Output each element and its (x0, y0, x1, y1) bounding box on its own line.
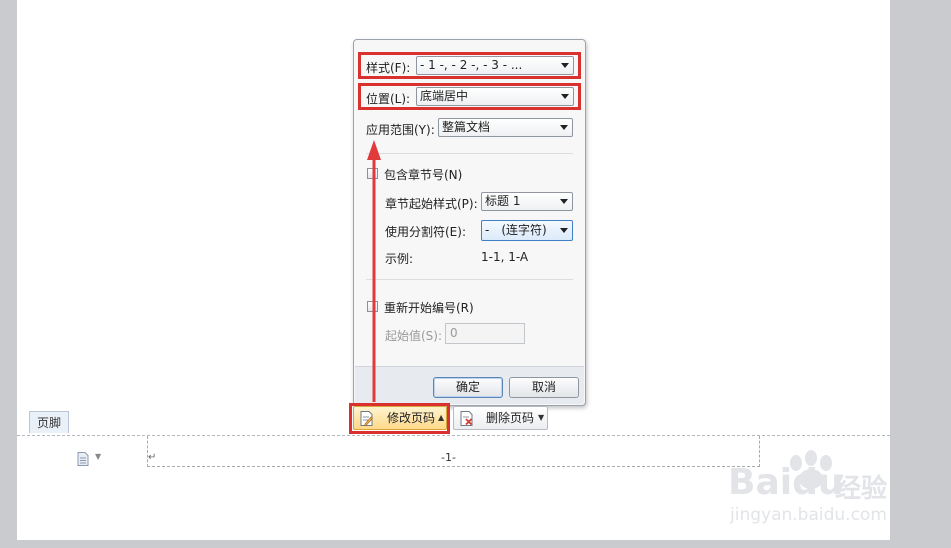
include-chapter-checkbox[interactable] (367, 168, 378, 179)
dropdown-arrow-icon (560, 125, 568, 130)
separator-char-label: 使用分割符(E): (385, 225, 466, 239)
cancel-button[interactable]: 取消 (509, 377, 579, 398)
caret-down-icon: ▼ (538, 413, 545, 422)
dropdown-arrow-icon (560, 199, 568, 204)
start-value-input[interactable]: 0 (445, 323, 525, 344)
separator-char-select-value: - (连字符) (485, 223, 547, 237)
caret-up-icon: ▲ (438, 413, 445, 422)
footer-tag: 页脚 (29, 411, 69, 433)
restart-numbering-checkbox[interactable] (367, 301, 378, 312)
dropdown-arrow-icon (560, 228, 568, 233)
example-label: 示例: (385, 252, 414, 266)
position-select-value: 底端居中 (420, 89, 469, 103)
scope-select-value: 整篇文档 (442, 120, 491, 134)
watermark-url: jingyan.baidu.com (730, 505, 887, 525)
style-select-value: - 1 -, - 2 -, - 3 - ... (420, 58, 523, 72)
start-value-label: 起始值(S): (385, 329, 443, 343)
modify-page-number-label: 修改页码 (387, 411, 436, 425)
separator-line (366, 153, 573, 154)
separator-char-select[interactable]: - (连字符) (481, 220, 573, 241)
chapter-style-select[interactable]: 标题 1 (481, 192, 573, 211)
chapter-style-label: 章节起始样式(P): (385, 197, 478, 211)
scope-label: 应用范围(Y): (366, 123, 435, 137)
document-icon[interactable] (77, 452, 89, 466)
watermark-brand-cn: 经验 (835, 474, 888, 504)
edit-page-icon (360, 411, 373, 426)
position-select[interactable]: 底端居中 (416, 87, 574, 106)
restart-numbering-label[interactable]: 重新开始编号(R) (384, 299, 474, 316)
position-label: 位置(L): (366, 92, 411, 106)
paragraph-mark: ↵ (148, 452, 157, 463)
ok-button[interactable]: 确定 (433, 377, 503, 398)
watermark-brand: Baidu (728, 462, 844, 503)
dropdown-arrow-icon (561, 63, 569, 68)
delete-page-number-button[interactable]: 删除页码 ▼ (453, 406, 548, 430)
modify-page-number-button[interactable]: 修改页码 ▲ (353, 406, 447, 430)
example-value: 1-1, 1-A (481, 250, 529, 264)
chevron-down-icon[interactable]: ▼ (95, 452, 101, 461)
delete-page-icon (460, 411, 473, 426)
page-number-text[interactable]: -1- (441, 451, 456, 464)
separator-line (366, 279, 573, 280)
include-chapter-label[interactable]: 包含章节号(N) (384, 166, 462, 183)
style-select[interactable]: - 1 -, - 2 -, - 3 - ... (416, 56, 574, 75)
scope-select[interactable]: 整篇文档 (438, 118, 573, 137)
dropdown-arrow-icon (561, 94, 569, 99)
delete-page-number-label: 删除页码 (486, 411, 535, 425)
chapter-style-select-value: 标题 1 (485, 194, 521, 208)
page-number-dialog: 样式(F): - 1 -, - 2 -, - 3 - ... 位置(L): 底端… (353, 39, 586, 406)
style-label: 样式(F): (366, 61, 411, 75)
